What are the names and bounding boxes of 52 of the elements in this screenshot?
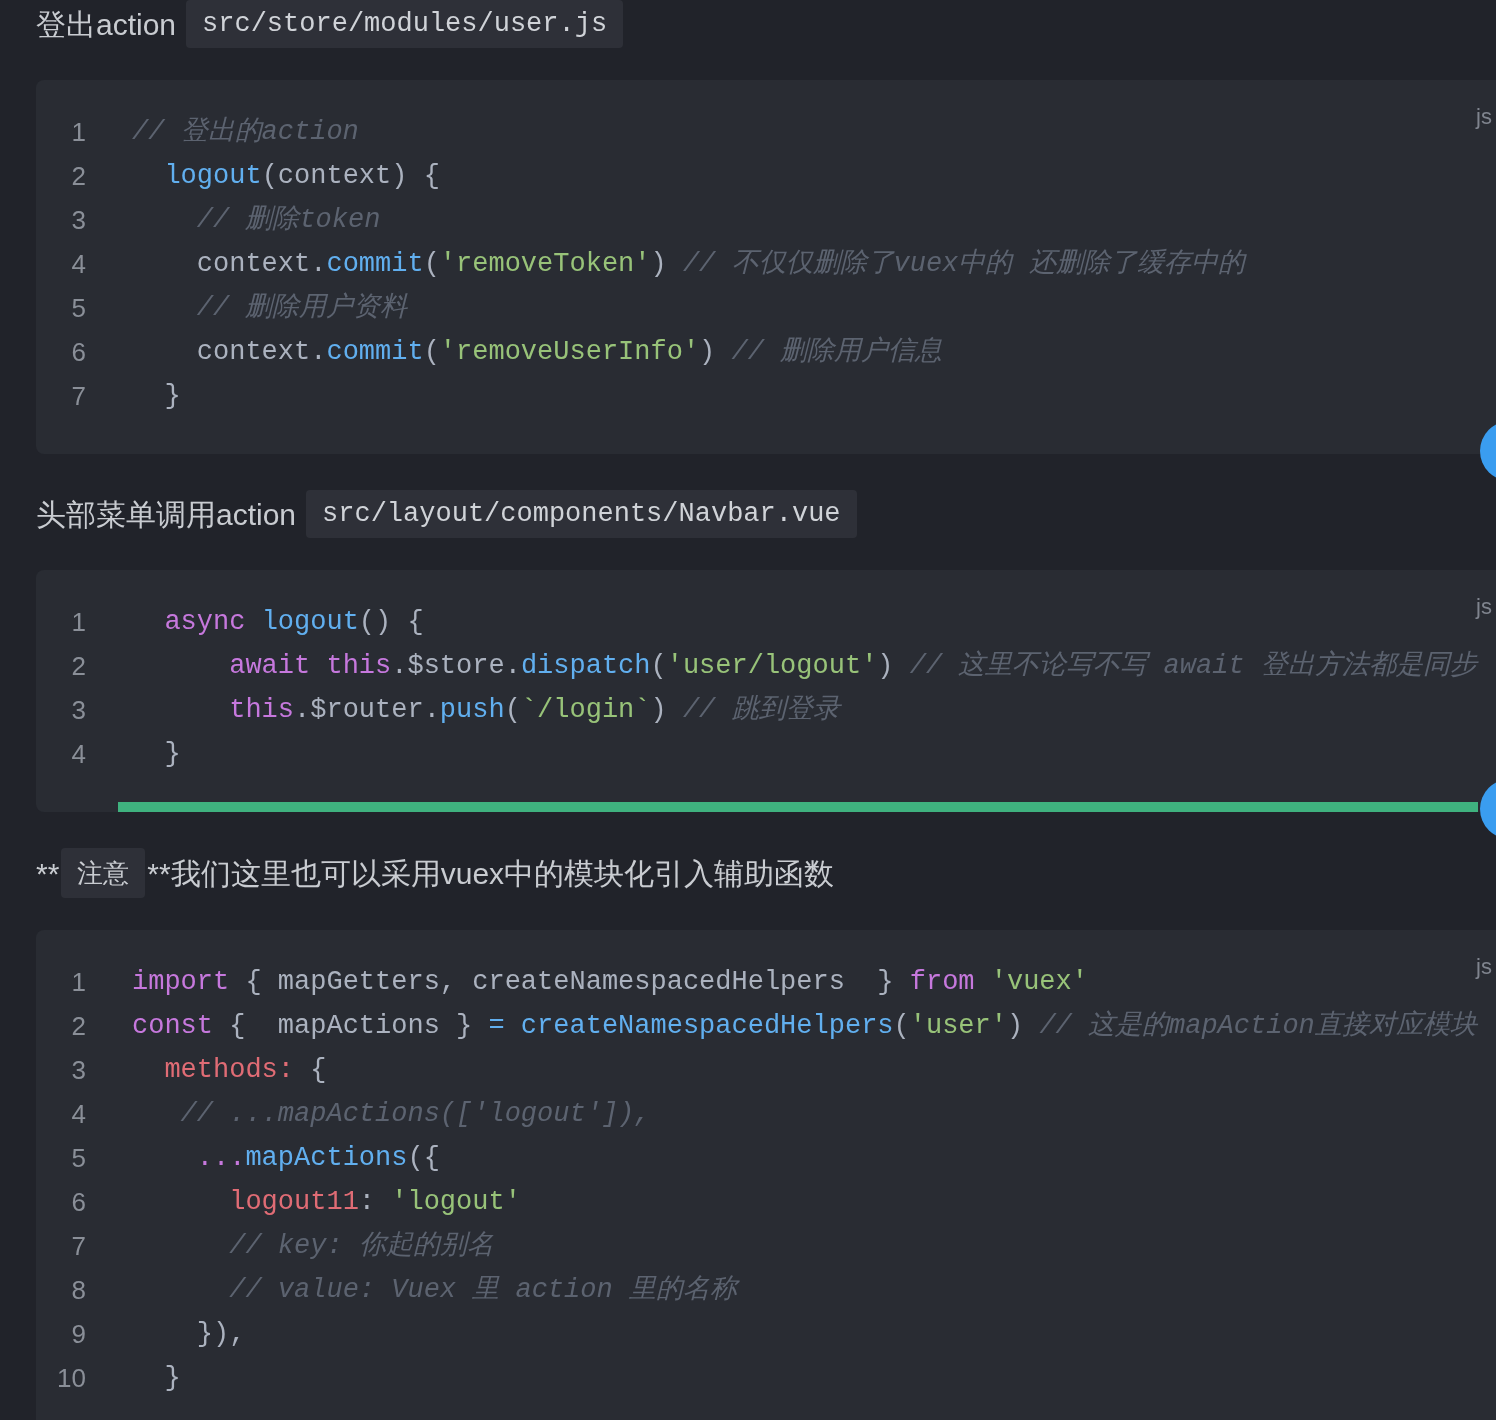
- inline-code: src/store/modules/user.js: [186, 0, 624, 48]
- line-number: 7: [70, 379, 86, 413]
- line-number: 4: [70, 737, 86, 771]
- line-number: 10: [56, 1361, 86, 1395]
- language-label: js: [1476, 103, 1492, 131]
- code-line: ...mapActions({: [195, 1141, 440, 1175]
- code-line: logout11: 'logout': [228, 1185, 521, 1219]
- scrollbar-thumb[interactable]: [118, 802, 1478, 812]
- code-line: // 删除用户资料: [195, 291, 408, 325]
- inline-code: 注意: [61, 848, 146, 898]
- line-number: 5: [70, 291, 86, 325]
- line-number: 6: [70, 335, 86, 369]
- line-number: 6: [70, 1185, 86, 1219]
- code-line: const { mapActions } = createNamespacedHelpers('user') // 这是的mapAction直接对应模块: [132, 1009, 1477, 1043]
- line-number: 2: [70, 159, 86, 193]
- line-number: 3: [70, 203, 86, 237]
- language-label: js: [1476, 593, 1492, 621]
- code-line: logout(context) {: [163, 159, 440, 193]
- code-line: }),: [195, 1317, 246, 1351]
- code-line: // 删除token: [195, 203, 381, 237]
- code-line: }: [163, 379, 181, 413]
- line-number: 1: [70, 605, 86, 639]
- code-line: context.commit('removeUserInfo') // 删除用户信息: [195, 335, 943, 369]
- line-number: 8: [70, 1273, 86, 1307]
- code-line: // ...mapActions(['logout']),: [179, 1097, 651, 1131]
- code-line: }: [163, 737, 181, 771]
- inline-code: src/layout/components/Navbar.vue: [306, 490, 857, 538]
- code-line: // key: 你起的别名: [228, 1229, 494, 1263]
- code-line: import { mapGetters, createNamespacedHelpers } from 'vuex': [132, 965, 1088, 999]
- language-label: js: [1476, 953, 1492, 981]
- paragraph-text: **我们这里也可以采用vuex中的模块化引入辅助函数: [147, 855, 835, 892]
- section-heading: 头部菜单调用action: [36, 496, 297, 533]
- line-number: 3: [70, 1053, 86, 1087]
- line-number: 2: [70, 1009, 86, 1043]
- line-number: 7: [70, 1229, 86, 1263]
- code-line: }: [163, 1361, 181, 1395]
- line-number: 9: [70, 1317, 86, 1351]
- code-line: methods: {: [163, 1053, 327, 1087]
- code-line: // 登出的action: [132, 115, 359, 149]
- line-number: 1: [70, 965, 86, 999]
- line-number: 2: [70, 649, 86, 683]
- code-line: await this.$store.dispatch('user/logout') // 这里不论写不写 await 登出方法都是同步: [228, 649, 1477, 683]
- code-line: async logout() {: [163, 605, 424, 639]
- line-number: 1: [70, 115, 86, 149]
- line-number: 4: [70, 1097, 86, 1131]
- section-heading: 登出action: [36, 6, 177, 43]
- line-number: 3: [70, 693, 86, 727]
- code-line: this.$router.push(`/login`) // 跳到登录: [228, 693, 840, 727]
- code-line: context.commit('removeToken') // 不仅仅删除了vuex中的 还删除了缓存中的: [195, 247, 1245, 281]
- line-number: 4: [70, 247, 86, 281]
- paragraph-text: **: [36, 855, 60, 892]
- line-number: 5: [70, 1141, 86, 1175]
